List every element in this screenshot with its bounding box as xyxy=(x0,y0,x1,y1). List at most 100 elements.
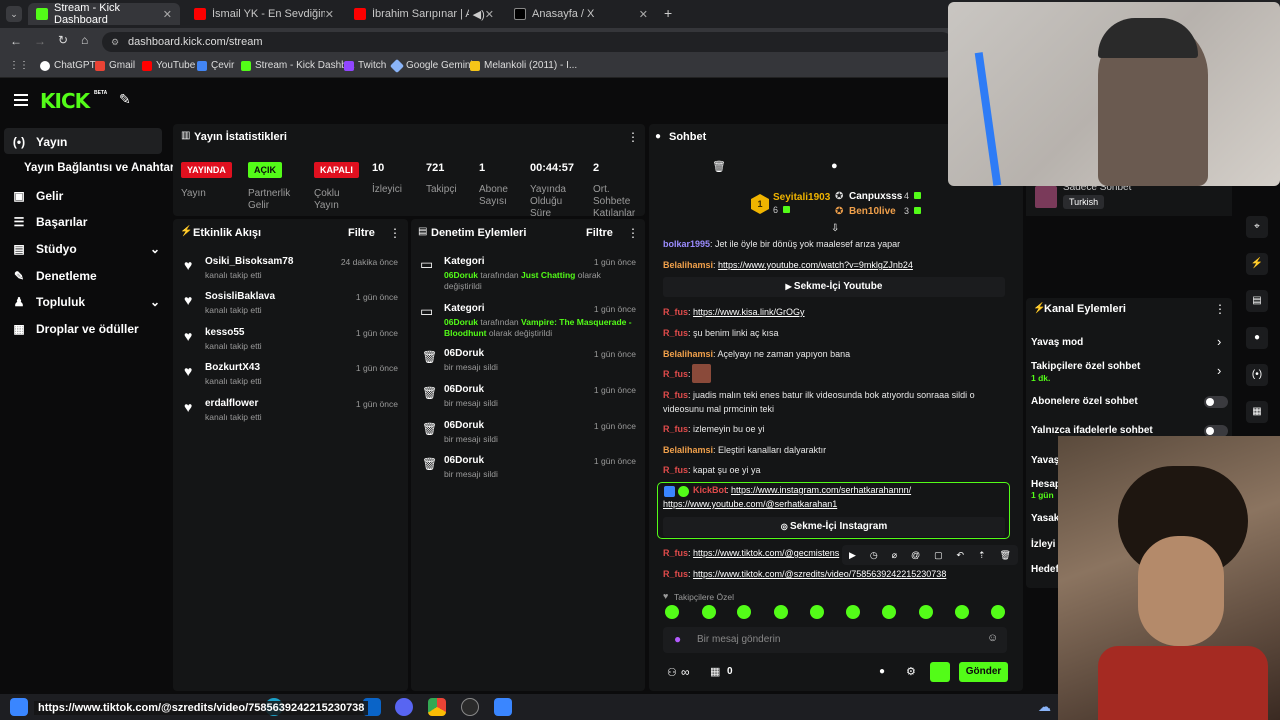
slow-mode-item[interactable]: Yavaş mod xyxy=(1031,337,1083,348)
back-icon[interactable]: ← xyxy=(10,34,22,48)
slash-icon[interactable]: ⌀ xyxy=(892,550,897,561)
youtube-channel-link[interactable]: https://www.youtube.com/@serhatkarahan1 xyxy=(663,499,837,509)
moderator-name[interactable]: 06Doruk xyxy=(444,455,484,466)
instagram-link[interactable]: https://www.instagram.com/serhatkarahann… xyxy=(731,485,911,495)
moderation-filter-button[interactable]: Filtre xyxy=(586,227,613,239)
sidebar-item-topluluk[interactable]: ♟ Topluluk ⌄ xyxy=(12,295,160,309)
trash-icon[interactable]: 🗑 xyxy=(712,160,726,173)
moderator-name[interactable]: 06Doruk xyxy=(444,384,484,395)
more-icon[interactable]: ⋮ xyxy=(627,130,639,144)
chat-input[interactable]: ● Bir mesaj gönderin ☺ xyxy=(663,627,1007,653)
chat-bubble-icon[interactable]: ● xyxy=(831,160,838,172)
emoji-icon[interactable]: ☺ xyxy=(987,632,998,644)
bookmark-twitch[interactable]: Twitch xyxy=(344,60,386,71)
bookmark-gmail[interactable]: Gmail xyxy=(95,60,135,71)
gift-icon[interactable]: ▦ xyxy=(710,665,720,678)
more-icon[interactable]: ⋮ xyxy=(627,226,639,240)
chat-username[interactable]: Belalihamsi xyxy=(663,260,713,270)
chat-username[interactable]: R_fus xyxy=(663,424,688,434)
pin-icon[interactable]: ⇡ xyxy=(978,550,986,561)
audio-playing-icon[interactable]: ◀) xyxy=(473,8,485,21)
chat-username[interactable]: R_fus xyxy=(663,569,688,579)
action-item-izleyici[interactable]: İzleyi xyxy=(1031,539,1055,550)
chat-username[interactable]: R_fus xyxy=(663,390,688,400)
chat-link[interactable]: https://www.youtube.com/watch?v=9mklgZJn… xyxy=(718,260,913,270)
chat-username[interactable]: R_fus xyxy=(663,548,688,558)
sidebar-item-studyo[interactable]: ▤ Stüdyo ⌄ xyxy=(12,242,160,256)
kick-emote-icon[interactable] xyxy=(930,662,950,682)
play-icon[interactable]: ▶ xyxy=(849,550,856,561)
chat-username[interactable]: Belalihamsi xyxy=(663,349,713,359)
action-item-hesap[interactable]: Hesap xyxy=(1031,479,1061,490)
chat-username[interactable]: R_fus xyxy=(663,328,688,338)
bookmark-kick[interactable]: Stream - Kick Dashb... xyxy=(241,60,355,71)
cloud-icon[interactable]: ☁ xyxy=(1038,699,1051,715)
gear-icon[interactable]: ⚙ xyxy=(906,665,916,678)
copy-icon[interactable]: ▢ xyxy=(934,550,943,561)
activity-username[interactable]: Osiki_Bisoksam78 xyxy=(205,256,293,267)
obs-icon[interactable] xyxy=(461,698,479,716)
bookmark-chatgpt[interactable]: ChatGPT xyxy=(40,60,96,71)
emote-icon[interactable] xyxy=(774,605,788,619)
sidebar-item-gelir[interactable]: ▣ Gelir xyxy=(12,189,63,203)
app-icon[interactable] xyxy=(494,698,512,716)
new-tab-button[interactable]: + xyxy=(664,5,672,21)
chat-link[interactable]: https://www.tiktok.com/@gecmistens xyxy=(693,548,839,558)
emote-icon[interactable] xyxy=(702,605,716,619)
second-name[interactable]: Canpuxsss xyxy=(849,191,902,202)
emote-icon[interactable] xyxy=(919,605,933,619)
emote-icon[interactable] xyxy=(846,605,860,619)
focus-icon[interactable]: ⌖ xyxy=(1246,216,1268,238)
close-tab-icon[interactable]: ✕ xyxy=(325,8,334,21)
pin-collapse-icon[interactable]: ⇩ xyxy=(831,223,839,234)
more-icon[interactable]: ⋮ xyxy=(389,226,401,240)
emote-icon[interactable] xyxy=(665,605,679,619)
apps-icon[interactable]: ⋮⋮ xyxy=(9,60,29,71)
sidebar-item-yayin[interactable]: (•) Yayın xyxy=(12,135,67,149)
delete-icon[interactable]: 🗑 xyxy=(999,550,1010,561)
site-info-icon[interactable]: ⚙ xyxy=(111,32,119,52)
emote-icon[interactable] xyxy=(955,605,969,619)
tab-youtube-2[interactable]: İbrahim Sarıpınar | Aha Şer ◀) ✕ xyxy=(346,3,502,25)
discord-icon[interactable] xyxy=(395,698,413,716)
tab-youtube-1[interactable]: İsmail YK - En Sevdiğim Şarkısı ✕ xyxy=(186,3,342,25)
activity-username[interactable]: SosisliBaklava xyxy=(205,291,275,302)
clock-icon[interactable]: ◷ xyxy=(870,550,878,561)
youtube-embed-button[interactable]: ▶ Sekme-İçi Youtube xyxy=(663,277,1005,297)
emote-icon[interactable] xyxy=(810,605,824,619)
emote-icon[interactable] xyxy=(882,605,896,619)
menu-icon[interactable] xyxy=(14,94,28,106)
chat-username[interactable]: Belalihamsi xyxy=(663,445,713,455)
activity-filter-button[interactable]: Filtre xyxy=(348,227,375,239)
followers-only-item[interactable]: Takipçilere özel sohbet xyxy=(1031,361,1140,372)
people-icon[interactable]: ⚇ xyxy=(667,666,677,679)
chat-username[interactable]: bolkar1995 xyxy=(663,239,710,249)
doc-icon[interactable]: ▤ xyxy=(1246,290,1268,312)
close-tab-icon[interactable]: ✕ xyxy=(485,8,494,21)
chat-username[interactable]: R_fus xyxy=(663,369,688,379)
action-item-yavas[interactable]: Yavaş xyxy=(1031,455,1059,466)
bookmark-youtube[interactable]: YouTube xyxy=(142,60,195,71)
start-icon[interactable] xyxy=(10,698,28,716)
tab-x[interactable]: Anasayfa / X ✕ xyxy=(506,3,656,25)
forward-icon[interactable]: → xyxy=(34,34,46,48)
close-tab-icon[interactable]: ✕ xyxy=(639,8,648,21)
moderator-name[interactable]: 06Doruk xyxy=(444,348,484,359)
bolt-rail-icon[interactable]: ⚡ xyxy=(1246,253,1268,275)
send-button[interactable]: Gönder xyxy=(959,662,1008,682)
close-tab-icon[interactable]: ✕ xyxy=(163,8,172,21)
chat-username[interactable]: R_fus xyxy=(663,465,688,475)
more-icon[interactable]: ⋮ xyxy=(1214,302,1226,316)
sidebar-item-droplar[interactable]: ▦ Droplar ve ödüller xyxy=(12,322,138,336)
kick-logo[interactable]: KICK xyxy=(40,89,90,113)
emote-icon[interactable] xyxy=(737,605,751,619)
chat-link[interactable]: https://www.tiktok.com/@szredits/video/7… xyxy=(693,569,946,579)
home-icon[interactable]: ⌂ xyxy=(81,33,88,47)
bookmark-gemini[interactable]: Google Gemini xyxy=(389,58,473,73)
kickbot-user[interactable]: KickBot xyxy=(693,485,727,495)
moderator-name[interactable]: 06Doruk xyxy=(444,420,484,431)
action-item-hedef[interactable]: Hedef xyxy=(1031,564,1059,575)
bookmark-imdb[interactable]: Melankoli (2011) - I... xyxy=(470,60,577,71)
activity-username[interactable]: erdalflower xyxy=(205,398,258,409)
undo-icon[interactable]: ↶ xyxy=(957,550,965,561)
